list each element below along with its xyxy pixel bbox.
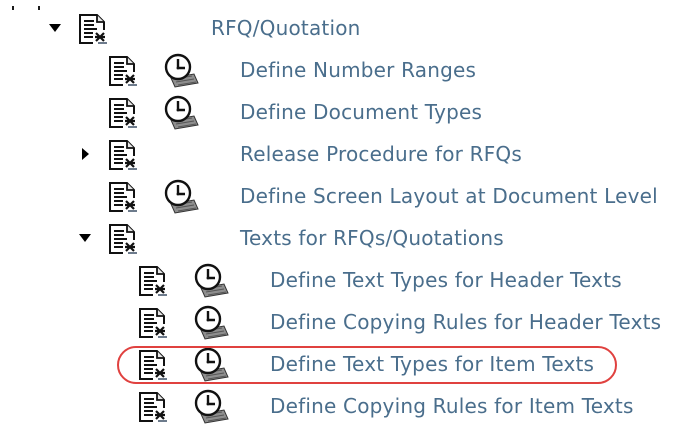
tree-line bbox=[38, 6, 40, 10]
tree-node[interactable]: Define Copying Rules for Item Texts bbox=[0, 386, 700, 428]
tree-node-label[interactable]: Define Copying Rules for Header Texts bbox=[270, 309, 661, 335]
tree-node-label[interactable]: Define Text Types for Item Texts bbox=[270, 351, 594, 377]
tree-node[interactable]: Texts for RFQs/Quotations bbox=[0, 218, 700, 260]
execute-clock-icon[interactable] bbox=[192, 346, 230, 382]
tree-node-label[interactable]: Texts for RFQs/Quotations bbox=[240, 225, 504, 251]
execute-clock-icon[interactable] bbox=[192, 262, 230, 298]
tree-node[interactable]: RFQ/Quotation bbox=[0, 6, 700, 50]
tree-node[interactable]: Define Screen Layout at Document Level bbox=[0, 176, 700, 218]
collapsed-triangle-icon[interactable] bbox=[78, 146, 92, 160]
documentation-icon[interactable] bbox=[106, 96, 140, 130]
execute-clock-icon[interactable] bbox=[162, 52, 200, 88]
img-activity-tree: RFQ/Quotation Define Number Ranges Define … bbox=[0, 0, 700, 430]
tree-node[interactable]: Define Document Types bbox=[0, 92, 700, 134]
documentation-icon[interactable] bbox=[136, 390, 170, 424]
documentation-icon[interactable] bbox=[106, 222, 140, 256]
documentation-icon[interactable] bbox=[76, 12, 110, 46]
expanded-triangle-icon[interactable] bbox=[78, 230, 92, 244]
documentation-icon[interactable] bbox=[136, 306, 170, 340]
documentation-icon[interactable] bbox=[106, 138, 140, 172]
expanded-triangle-icon[interactable] bbox=[48, 20, 62, 34]
tree-node-label[interactable]: Define Number Ranges bbox=[240, 57, 476, 83]
tree-node[interactable]: Define Copying Rules for Header Texts bbox=[0, 302, 700, 344]
tree-node[interactable]: Define Number Ranges bbox=[0, 50, 700, 92]
documentation-icon[interactable] bbox=[136, 348, 170, 382]
documentation-icon[interactable] bbox=[106, 180, 140, 214]
tree-node-label[interactable]: Define Text Types for Header Texts bbox=[270, 267, 622, 293]
execute-clock-icon[interactable] bbox=[162, 94, 200, 130]
documentation-icon[interactable] bbox=[136, 264, 170, 298]
documentation-icon[interactable] bbox=[106, 54, 140, 88]
tree-node-label[interactable]: RFQ/Quotation bbox=[211, 15, 361, 41]
tree-node[interactable]: Release Procedure for RFQs bbox=[0, 134, 700, 176]
tree-line bbox=[12, 6, 14, 10]
tree-node-label[interactable]: Define Copying Rules for Item Texts bbox=[270, 393, 634, 419]
execute-clock-icon[interactable] bbox=[192, 388, 230, 424]
tree-node-label[interactable]: Define Screen Layout at Document Level bbox=[240, 183, 658, 209]
execute-clock-icon[interactable] bbox=[162, 178, 200, 214]
tree-node[interactable]: Define Text Types for Header Texts bbox=[0, 260, 700, 302]
tree-node[interactable]: Define Text Types for Item Texts bbox=[0, 344, 700, 386]
tree-node-label[interactable]: Release Procedure for RFQs bbox=[240, 141, 522, 167]
tree-node-label[interactable]: Define Document Types bbox=[240, 99, 482, 125]
execute-clock-icon[interactable] bbox=[192, 304, 230, 340]
